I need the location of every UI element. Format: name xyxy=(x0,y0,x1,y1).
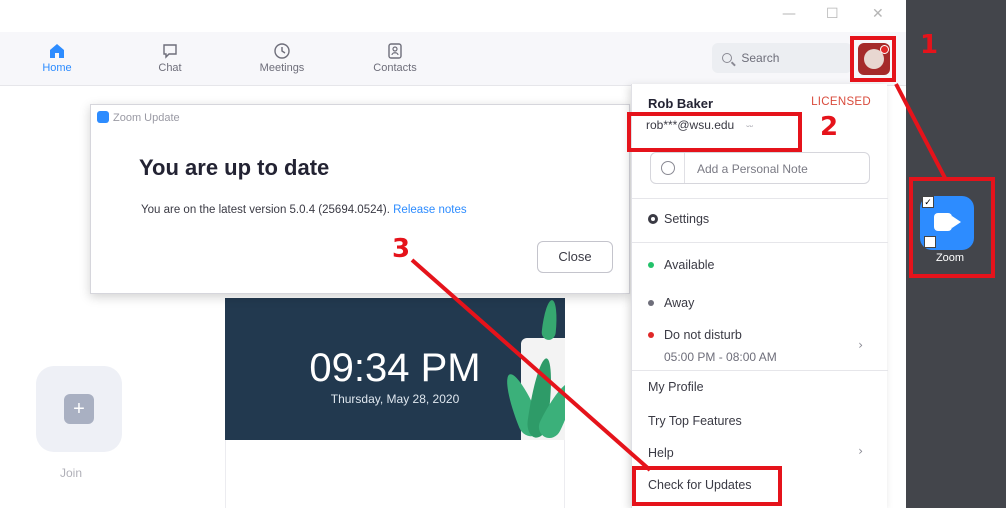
update-dialog: Zoom Update You are up to date You are o… xyxy=(90,104,630,294)
close-icon[interactable]: ✕ xyxy=(872,6,884,22)
home-icon xyxy=(50,44,64,58)
tab-chat-label: Chat xyxy=(158,62,182,74)
search-input[interactable]: Search xyxy=(712,43,852,73)
tab-meetings-label: Meetings xyxy=(259,62,305,74)
search-icon xyxy=(722,53,732,63)
dnd-label: Do not disturb xyxy=(664,328,742,342)
title-bar: — ☐ ✕ xyxy=(0,0,906,32)
tab-home[interactable]: Home xyxy=(22,40,92,74)
tab-meetings[interactable]: Meetings xyxy=(247,40,317,74)
chevron-right-icon: › xyxy=(858,338,863,352)
highlight-box-avatar xyxy=(850,36,896,82)
dnd-time: 05:00 PM - 08:00 AM xyxy=(664,350,777,364)
join-button[interactable]: + xyxy=(64,394,94,424)
menu-item-help[interactable]: Help xyxy=(648,446,674,460)
personal-note-placeholder: Add a Personal Note xyxy=(697,162,808,176)
tab-contacts-label: Contacts xyxy=(373,62,417,74)
gear-icon xyxy=(648,214,658,224)
status-available[interactable]: Available xyxy=(648,258,715,272)
divider xyxy=(632,370,888,371)
search-label: Search xyxy=(741,51,780,65)
dialog-header: Zoom Update xyxy=(97,111,180,124)
clock-time: 09:34 PM xyxy=(309,346,481,390)
step-number-1: 1 xyxy=(920,30,939,60)
step-number-2: 2 xyxy=(820,112,839,142)
dialog-title: You are up to date xyxy=(139,155,330,180)
version-text: You are on the latest version 5.0.4 (256… xyxy=(141,204,390,216)
dnd-status-icon xyxy=(648,332,654,338)
clock-date: Thursday, May 28, 2020 xyxy=(330,392,460,406)
close-button[interactable]: Close xyxy=(537,241,613,273)
step-number-3: 3 xyxy=(392,234,411,264)
smiley-icon[interactable] xyxy=(651,153,685,183)
tab-chat[interactable]: Chat xyxy=(135,40,205,74)
menu-item-settings[interactable]: Settings xyxy=(648,212,709,226)
status-away[interactable]: Away xyxy=(648,296,694,310)
highlight-box-email xyxy=(627,112,802,152)
away-status-icon xyxy=(648,300,654,306)
profile-name: Rob Baker xyxy=(648,96,714,111)
upcoming-meetings-panel xyxy=(225,440,565,508)
divider xyxy=(632,242,888,243)
join-tile[interactable]: + xyxy=(36,366,122,452)
maximize-icon[interactable]: ☐ xyxy=(826,6,839,22)
status-do-not-disturb[interactable]: Do not disturb xyxy=(648,328,742,342)
divider xyxy=(632,198,888,199)
highlight-box-check-updates xyxy=(632,466,782,506)
tab-home-label: Home xyxy=(42,62,72,74)
settings-label: Settings xyxy=(664,212,710,226)
menu-item-try-top-features[interactable]: Try Top Features xyxy=(648,414,742,428)
clock-icon xyxy=(274,43,290,59)
join-label: Join xyxy=(60,466,83,480)
clock-card: 09:34 PM Thursday, May 28, 2020 xyxy=(225,298,565,440)
dialog-header-label: Zoom Update xyxy=(113,112,180,124)
menu-item-my-profile[interactable]: My Profile xyxy=(648,380,704,394)
contacts-icon xyxy=(388,43,402,59)
personal-note-field[interactable]: Add a Personal Note xyxy=(650,152,870,184)
leaf-decoration xyxy=(540,299,560,341)
available-status-icon xyxy=(648,262,654,268)
minimize-icon[interactable]: — xyxy=(782,6,796,22)
release-notes-link[interactable]: Release notes xyxy=(393,204,467,216)
chevron-right-icon: › xyxy=(858,444,863,458)
dialog-message: You are on the latest version 5.0.4 (256… xyxy=(141,204,467,216)
zoom-icon xyxy=(97,111,109,123)
tab-contacts[interactable]: Contacts xyxy=(360,40,430,74)
highlight-box-zoom-app xyxy=(909,177,995,278)
available-label: Available xyxy=(664,258,715,272)
chat-icon xyxy=(163,44,177,59)
license-badge: LICENSED xyxy=(811,96,871,108)
away-label: Away xyxy=(664,296,695,310)
